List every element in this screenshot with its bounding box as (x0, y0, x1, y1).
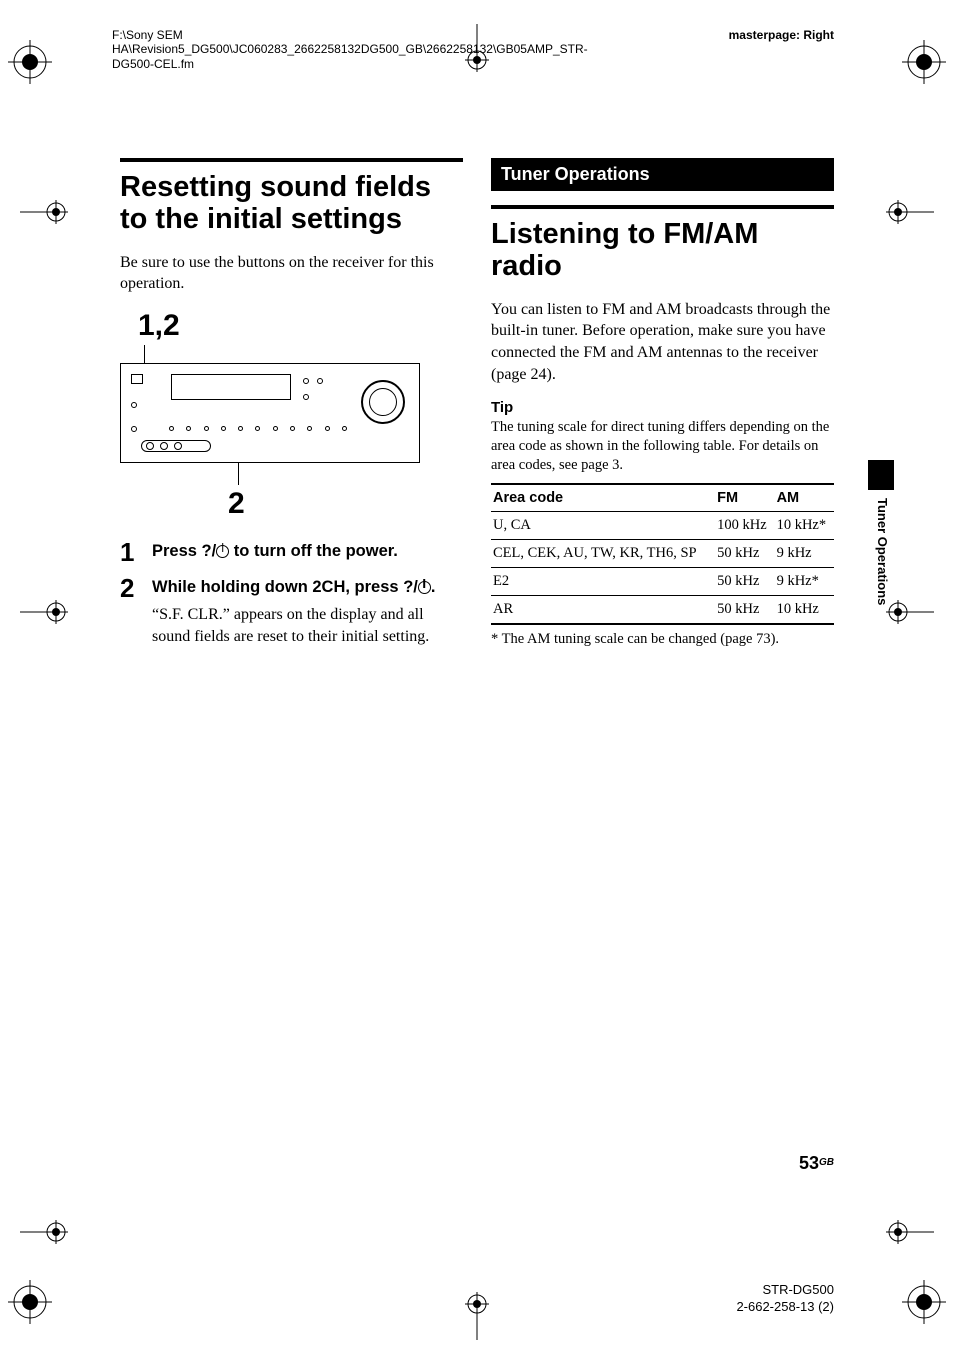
table-header: FM (715, 484, 774, 512)
power-icon (418, 581, 431, 594)
small-button-icon (317, 378, 323, 384)
header-filepath: F:\Sony SEM HA\Revision5_DG500\JC060283_… (112, 28, 512, 71)
table-cell: 100 kHz (715, 511, 774, 539)
step-title-text: to turn off the power. (229, 542, 398, 560)
step-title: While holding down 2CH, press ?/. (152, 577, 463, 598)
step-item: 1 Press ?/ to turn off the power. (120, 539, 463, 565)
table-cell: 50 kHz (715, 567, 774, 595)
page-number: 53GB (799, 1153, 834, 1174)
right-heading: Listening to FM/AM radio (491, 219, 834, 283)
step-item: 2 While holding down 2CH, press ?/. “S.F… (120, 575, 463, 648)
figure-callout-top: 1,2 (138, 309, 463, 343)
step-body: Press ?/ to turn off the power. (152, 539, 463, 565)
small-button-icon (303, 378, 309, 384)
rule-icon (491, 205, 834, 209)
thumb-tab-label: Tuner Operations (875, 498, 890, 605)
table-cell: 50 kHz (715, 539, 774, 567)
step-title: Press ?/ to turn off the power. (152, 541, 463, 562)
cropmark-icon (902, 1280, 946, 1324)
button-row-icon (169, 426, 347, 434)
step-title-text: . (431, 578, 436, 596)
jack-row-icon (141, 440, 211, 452)
step-title-text: While holding down 2CH, press (152, 578, 403, 596)
registermark-icon (886, 200, 934, 224)
table-cell: E2 (491, 567, 715, 595)
table-row: CEL, CEK, AU, TW, KR, TH6, SP 50 kHz 9 k… (491, 539, 834, 567)
registermark-icon (20, 1220, 68, 1244)
io-symbol: ?/ (403, 578, 418, 596)
table-header: Area code (491, 484, 715, 512)
table-header-row: Area code FM AM (491, 484, 834, 512)
registermark-icon (20, 200, 68, 224)
header-masterpage: masterpage: Right (729, 28, 834, 42)
registermark-icon (886, 1220, 934, 1244)
left-column: Resetting sound fields to the initial se… (120, 158, 463, 658)
table-row: AR 50 kHz 10 kHz (491, 595, 834, 624)
leader-line (144, 345, 145, 363)
small-button-icon (131, 402, 137, 408)
table-cell: U, CA (491, 511, 715, 539)
registermark-icon (20, 600, 68, 624)
steps-list: 1 Press ?/ to turn off the power. 2 Whil… (120, 539, 463, 648)
power-icon (216, 545, 229, 558)
display-panel-icon (171, 374, 291, 400)
right-column: Tuner Operations Listening to FM/AM radi… (491, 158, 834, 658)
footer-model-name: STR-DG500 (736, 1282, 834, 1299)
columns: Resetting sound fields to the initial se… (120, 158, 834, 658)
power-button-icon (131, 374, 143, 384)
small-button-icon (131, 426, 137, 432)
step-description: “S.F. CLR.” appears on the display and a… (152, 604, 463, 647)
volume-knob-icon (361, 380, 405, 424)
footer-model: STR-DG500 2-662-258-13 (2) (736, 1282, 834, 1316)
section-banner: Tuner Operations (491, 158, 834, 191)
table-cell: 50 kHz (715, 595, 774, 624)
table-header: AM (775, 484, 834, 512)
page-number-value: 53 (799, 1153, 819, 1173)
table-cell: 9 kHz (775, 539, 834, 567)
step-title-text: Press (152, 542, 202, 560)
cropmark-icon (902, 40, 946, 84)
thumb-tab (868, 460, 894, 490)
page-number-suffix: GB (819, 1157, 834, 1168)
frequency-table: Area code FM AM U, CA 100 kHz 10 kHz* CE… (491, 483, 834, 625)
cropmark-icon (8, 1280, 52, 1324)
io-symbol: ?/ (202, 542, 217, 560)
small-button-icon (303, 394, 309, 400)
table-cell: AR (491, 595, 715, 624)
step-body: While holding down 2CH, press ?/. “S.F. … (152, 575, 463, 648)
figure-callout-bottom: 2 (228, 487, 463, 521)
right-intro: You can listen to FM and AM broadcasts t… (491, 299, 834, 385)
table-cell: CEL, CEK, AU, TW, KR, TH6, SP (491, 539, 715, 567)
step-number: 1 (120, 539, 142, 565)
left-intro: Be sure to use the buttons on the receiv… (120, 252, 463, 295)
table-cell: 9 kHz* (775, 567, 834, 595)
tip-heading: Tip (491, 399, 834, 416)
table-cell: 10 kHz* (775, 511, 834, 539)
page: F:\Sony SEM HA\Revision5_DG500\JC060283_… (0, 0, 954, 1364)
footer-doc-code: 2-662-258-13 (2) (736, 1299, 834, 1316)
table-footnote: * The AM tuning scale can be changed (pa… (491, 631, 834, 648)
leader-line (238, 463, 239, 485)
cropmark-icon (8, 40, 52, 84)
receiver-illustration (120, 363, 420, 463)
rule-icon (120, 158, 463, 162)
registermark-icon (465, 1292, 489, 1340)
table-row: E2 50 kHz 9 kHz* (491, 567, 834, 595)
step-number: 2 (120, 575, 142, 648)
registermark-icon (886, 600, 934, 624)
tip-text: The tuning scale for direct tuning diffe… (491, 418, 834, 475)
left-heading: Resetting sound fields to the initial se… (120, 172, 463, 236)
table-row: U, CA 100 kHz 10 kHz* (491, 511, 834, 539)
table-cell: 10 kHz (775, 595, 834, 624)
content-area: Resetting sound fields to the initial se… (120, 158, 834, 1244)
